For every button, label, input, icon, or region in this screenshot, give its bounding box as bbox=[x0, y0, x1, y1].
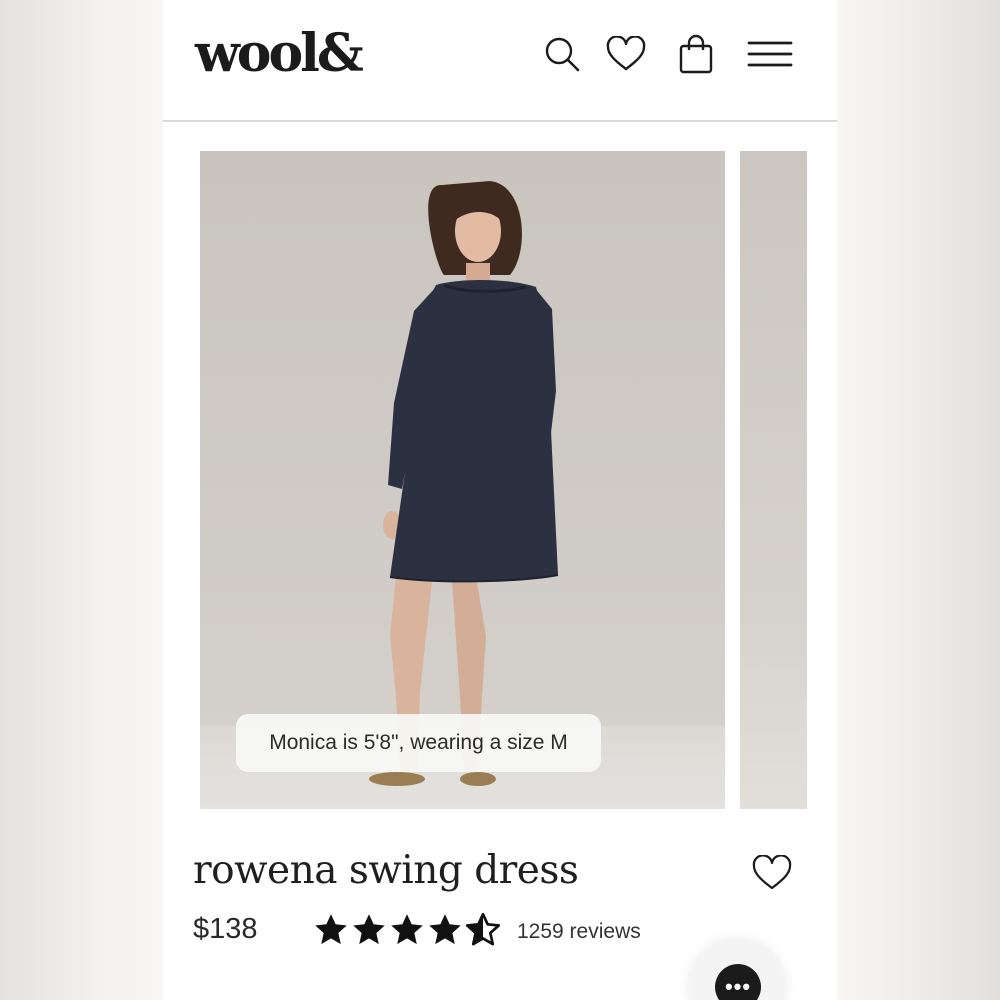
product-price: $138 bbox=[193, 913, 258, 945]
rating-stars[interactable] bbox=[313, 910, 501, 950]
brand-logo[interactable]: wool& bbox=[195, 22, 364, 86]
search-icon[interactable] bbox=[540, 32, 584, 76]
star-full-icon bbox=[353, 914, 385, 945]
star-full-icon bbox=[429, 914, 461, 945]
model-size-caption: Monica is 5'8", wearing a size M bbox=[236, 714, 601, 772]
model-photo bbox=[200, 151, 725, 809]
chat-dots: ••• bbox=[724, 974, 752, 999]
product-image[interactable]: Monica is 5'8", wearing a size M bbox=[200, 151, 725, 809]
menu-icon[interactable] bbox=[746, 32, 794, 76]
wishlist-heart-icon[interactable] bbox=[749, 850, 795, 896]
product-image-carousel[interactable]: Monica is 5'8", wearing a size M bbox=[200, 151, 837, 809]
next-image-preview[interactable] bbox=[740, 151, 807, 809]
heart-icon[interactable] bbox=[604, 32, 648, 76]
shopping-bag-icon[interactable] bbox=[674, 32, 718, 76]
star-full-icon bbox=[315, 914, 347, 945]
star-full-icon bbox=[391, 914, 423, 945]
site-header: wool& bbox=[163, 0, 837, 121]
review-count-link[interactable]: 1259 reviews bbox=[517, 914, 641, 950]
star-half-icon bbox=[465, 912, 501, 946]
header-divider bbox=[163, 120, 837, 122]
product-title: rowena swing dress bbox=[193, 848, 579, 893]
mobile-page: wool& Monica is 5'8", wearing a size M r… bbox=[163, 0, 837, 1000]
